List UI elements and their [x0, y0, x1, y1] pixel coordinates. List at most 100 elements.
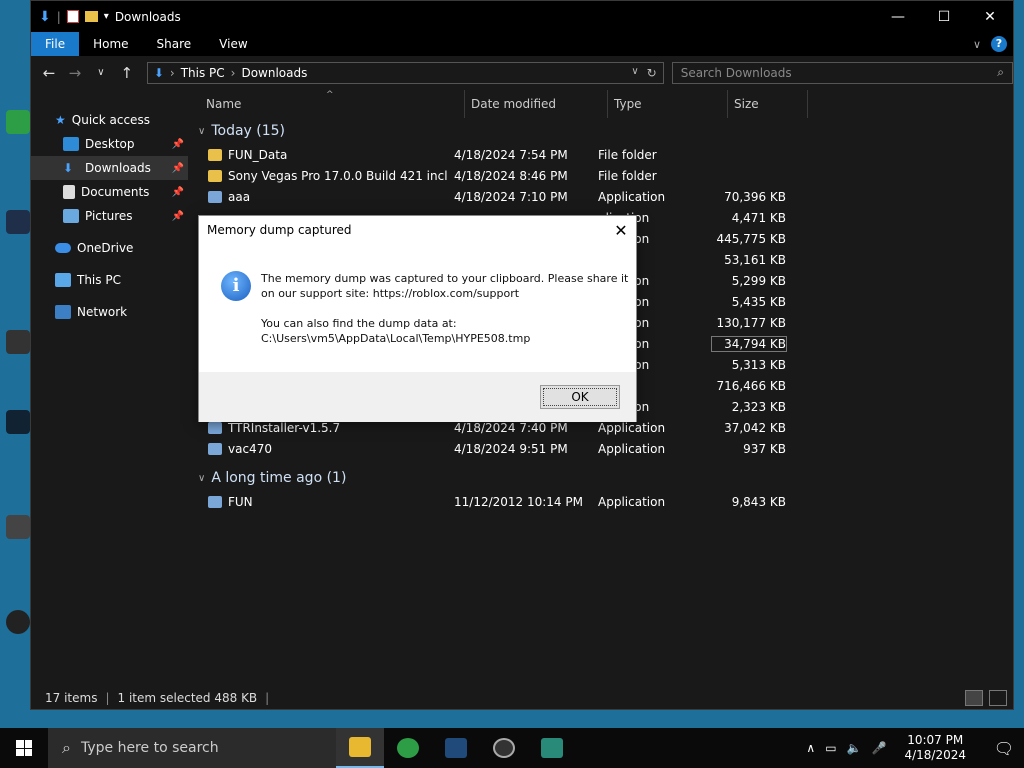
- status-item-count: 17 items: [45, 690, 98, 705]
- breadcrumb-this-pc[interactable]: This PC: [181, 66, 225, 80]
- nav-this-pc[interactable]: This PC: [31, 268, 188, 292]
- tab-view[interactable]: View: [205, 32, 261, 56]
- nav-network[interactable]: Network: [31, 300, 188, 324]
- file-name-cell: FUN: [188, 495, 448, 509]
- details-view-icon[interactable]: [965, 689, 983, 706]
- cloud-icon: [55, 243, 71, 253]
- nav-label: Downloads: [85, 161, 151, 175]
- tab-share[interactable]: Share: [143, 32, 206, 56]
- chrome-icon: [397, 738, 419, 758]
- group-today[interactable]: ∨ Today (15): [188, 118, 1013, 144]
- breadcrumb-separator-icon[interactable]: ›: [231, 66, 236, 80]
- taskbar: ⌕ Type here to search ∧ ▭ 🔈 🎤 10:07 PM 4…: [0, 728, 1024, 768]
- minimize-button[interactable]: —: [875, 1, 921, 32]
- column-size[interactable]: Size: [728, 90, 808, 118]
- properties-icon[interactable]: [66, 10, 79, 23]
- microphone-icon[interactable]: 🎤: [872, 741, 887, 755]
- taskbar-app-window[interactable]: [528, 728, 576, 768]
- forward-button[interactable]: →: [65, 64, 85, 82]
- column-headers: Name ^ Date modified Type Size: [188, 90, 1013, 118]
- taskbar-app-chrome[interactable]: [384, 728, 432, 768]
- nav-onedrive[interactable]: OneDrive: [31, 236, 188, 260]
- group-long-ago[interactable]: ∨ A long time ago (1): [188, 465, 1013, 491]
- nav-documents[interactable]: Documents 📌: [31, 180, 188, 204]
- quick-access-toolbar: ⬇ | ▾: [31, 9, 109, 25]
- chevron-down-icon: ∨: [198, 125, 206, 137]
- table-row[interactable]: FUN 11/12/2012 10:14 PM Application 9,843 K…: [188, 491, 1013, 512]
- desktop-icon-app[interactable]: [4, 210, 32, 250]
- search-placeholder: Search Downloads: [680, 65, 792, 80]
- table-row[interactable]: Sony Vegas Pro 17.0.0 Build 421 incl Pat…: [188, 165, 1013, 186]
- ok-button[interactable]: OK: [540, 385, 620, 409]
- nav-desktop[interactable]: Desktop 📌: [31, 132, 188, 156]
- file-size: 53,161 KB: [724, 252, 786, 267]
- recent-locations-button[interactable]: ∨: [91, 67, 111, 78]
- customize-toolbar-icon[interactable]: ▾: [104, 11, 109, 22]
- nav-quick-access[interactable]: ★ Quick access: [31, 108, 188, 132]
- file-date: 11/12/2012 10:14 PM: [454, 494, 583, 509]
- up-button[interactable]: ↑: [117, 64, 137, 82]
- file-size: 937 KB: [743, 441, 786, 456]
- download-arrow-icon[interactable]: ⬇: [39, 9, 51, 25]
- back-button[interactable]: ←: [39, 64, 59, 82]
- volume-icon[interactable]: 🔈: [847, 741, 862, 755]
- maximize-button[interactable]: ☐: [921, 1, 967, 32]
- memory-dump-dialog: Memory dump captured ✕ i The memory dump…: [198, 215, 637, 422]
- column-date[interactable]: Date modified: [465, 90, 608, 118]
- tab-home[interactable]: Home: [79, 32, 142, 56]
- column-name[interactable]: Name ^: [188, 90, 465, 118]
- column-type[interactable]: Type: [608, 90, 728, 118]
- taskbar-app-obs[interactable]: [480, 728, 528, 768]
- desktop-icon-clip[interactable]: [4, 515, 32, 555]
- help-icon[interactable]: ?: [991, 36, 1007, 52]
- new-folder-icon[interactable]: [84, 11, 98, 22]
- desktop-icon-vegas[interactable]: [4, 410, 32, 450]
- clock[interactable]: 10:07 PM 4/18/2024: [896, 733, 974, 763]
- address-dropdown-icon[interactable]: ∨: [631, 66, 638, 80]
- refresh-icon[interactable]: ↻: [647, 66, 657, 80]
- file-type: File folder: [598, 147, 657, 162]
- nav-label: OneDrive: [77, 241, 134, 255]
- table-row[interactable]: FUN_Data 4/18/2024 7:54 PM File folder: [188, 144, 1013, 165]
- file-name: vac470: [228, 441, 272, 456]
- taskbar-app-vegas[interactable]: [432, 728, 480, 768]
- nav-pictures[interactable]: Pictures 📌: [31, 204, 188, 228]
- application-icon: [208, 190, 222, 203]
- dialog-close-button[interactable]: ✕: [606, 221, 636, 240]
- notification-icon[interactable]: 🗨: [984, 739, 1024, 758]
- desktop-icon-app2[interactable]: [4, 330, 32, 370]
- breadcrumb-downloads[interactable]: Downloads: [241, 66, 307, 80]
- expand-ribbon-icon[interactable]: ∨: [973, 38, 981, 51]
- nav-downloads[interactable]: ⬇ Downloads 📌: [31, 156, 188, 180]
- table-row[interactable]: vac470 4/18/2024 9:51 PM Application 937 KB: [188, 438, 1013, 459]
- address-bar[interactable]: ⬇ › This PC › Downloads ∨ ↻: [146, 61, 664, 84]
- dialog-title: Memory dump captured: [207, 223, 352, 237]
- navigation-pane: ★ Quick access Desktop 📌 ⬇ Downloads 📌 D…: [31, 90, 188, 686]
- file-type: Application: [598, 420, 666, 435]
- taskbar-search-box[interactable]: ⌕ Type here to search: [48, 728, 336, 768]
- file-size: 716,466 KB: [716, 378, 786, 393]
- network-icon[interactable]: ▭: [825, 741, 836, 755]
- breadcrumb-separator-icon[interactable]: ›: [170, 66, 175, 80]
- file-type: Application: [598, 189, 666, 204]
- search-icon: ⌕: [997, 65, 1004, 79]
- desktop-icon-obs[interactable]: [4, 610, 32, 650]
- file-name: FUN: [228, 494, 253, 509]
- sort-up-icon: ^: [326, 90, 334, 100]
- dialog-dump-path: C:\Users\vm5\AppData\Local\Temp\HYPE508.…: [261, 332, 531, 345]
- dialog-title-bar: Memory dump captured ✕: [199, 216, 636, 244]
- status-separator: |: [105, 690, 110, 705]
- nav-label: Documents: [81, 185, 150, 199]
- tab-file[interactable]: File: [31, 32, 80, 56]
- file-name: TTRInstaller-v1.5.7: [228, 420, 341, 435]
- taskbar-app-file-explorer[interactable]: [336, 728, 384, 768]
- search-input[interactable]: Search Downloads ⌕: [671, 61, 1013, 84]
- start-button[interactable]: [0, 728, 48, 768]
- desktop-icon-chrome[interactable]: [4, 110, 32, 150]
- status-selection: 1 item selected 488 KB: [117, 690, 258, 705]
- table-row[interactable]: aaa 4/18/2024 7:10 PM Application 70,396 KB: [188, 186, 1013, 207]
- chevron-up-icon[interactable]: ∧: [806, 741, 815, 755]
- close-button[interactable]: ✕: [967, 1, 1013, 32]
- large-icons-view-icon[interactable]: [989, 689, 1007, 706]
- star-icon: ★: [55, 113, 66, 127]
